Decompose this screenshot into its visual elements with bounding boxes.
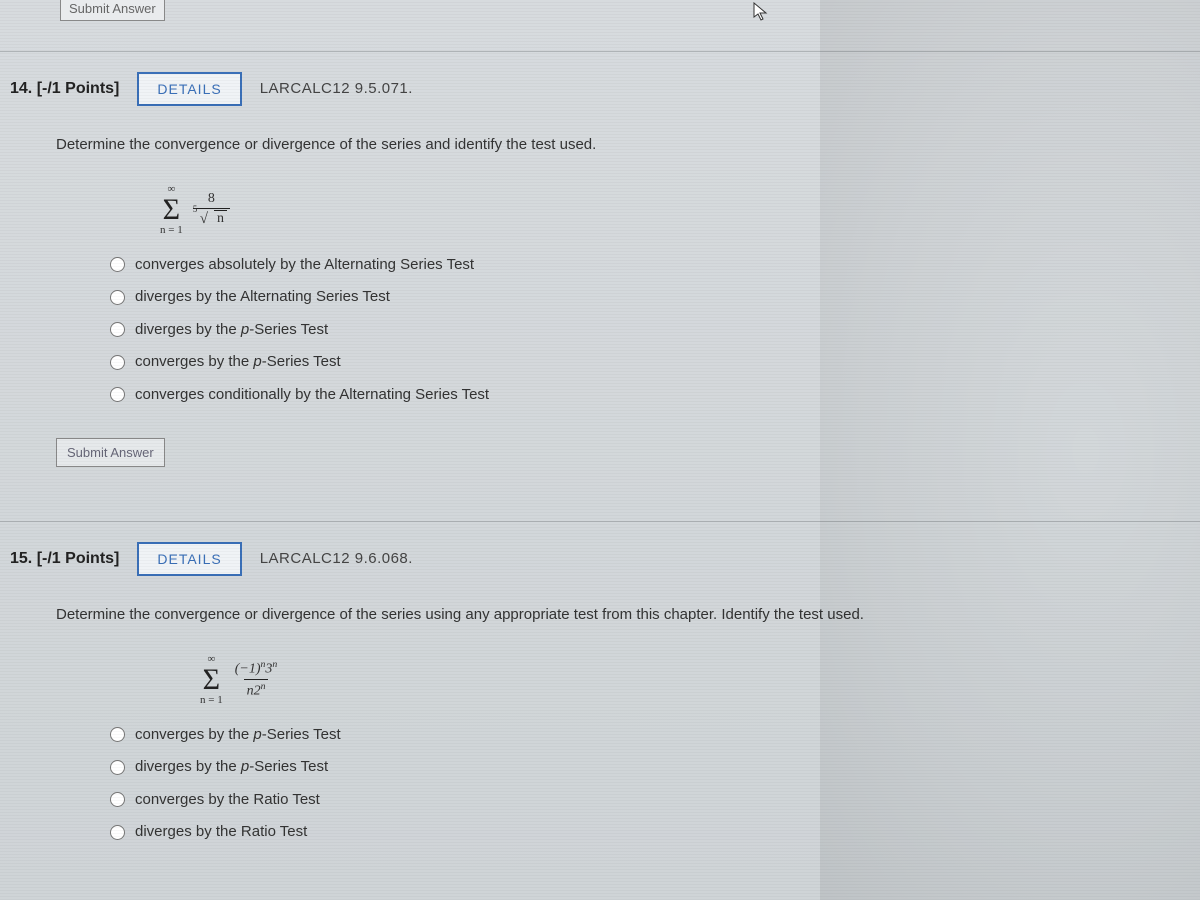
page: Submit Answer 14. [-/1 Points] DETAILS L… — [0, 0, 1200, 900]
question-number: 14. [-/1 Points] — [10, 77, 119, 101]
question-number-text: 14. — [10, 80, 32, 97]
question-14-prompt: Determine the convergence or divergence … — [0, 134, 1200, 157]
option-3-ital: p — [241, 321, 249, 338]
option-5-label: converges conditionally by the Alternati… — [135, 384, 489, 407]
question-number: 15. [-/1 Points] — [10, 547, 119, 571]
cursor-icon — [753, 2, 769, 22]
sigma-lower: n = 1 — [160, 225, 183, 236]
option-1[interactable]: converges by the p-Series Test — [110, 724, 1200, 747]
question-15-formula: ∞ Σ n = 1 (−1)n3n n2n — [0, 647, 1200, 706]
option-3-pre: diverges by the — [135, 321, 241, 338]
sigma-icon: ∞ Σ n = 1 — [160, 184, 183, 236]
sigma-lower: n = 1 — [200, 695, 223, 706]
submit-answer-prev-button[interactable]: Submit Answer — [60, 0, 165, 21]
option-2-label: diverges by the p-Series Test — [135, 756, 328, 779]
option-5-radio[interactable] — [110, 387, 125, 402]
option-3[interactable]: diverges by the p-Series Test — [110, 319, 1200, 342]
option-2-ital: p — [241, 758, 249, 775]
question-14-header: 14. [-/1 Points] DETAILS LARCALC12 9.5.0… — [0, 72, 1200, 106]
option-4-label: diverges by the Ratio Test — [135, 821, 307, 844]
option-5[interactable]: converges conditionally by the Alternati… — [110, 384, 1200, 407]
option-3-radio[interactable] — [110, 322, 125, 337]
sigma-symbol: Σ — [203, 665, 220, 695]
option-2[interactable]: diverges by the p-Series Test — [110, 756, 1200, 779]
fraction-numerator: 8 — [206, 191, 217, 208]
question-15-header: 15. [-/1 Points] DETAILS LARCALC12 9.6.0… — [0, 542, 1200, 576]
option-4[interactable]: converges by the p-Series Test — [110, 351, 1200, 374]
option-4-label: converges by the p-Series Test — [135, 351, 341, 374]
option-3[interactable]: converges by the Ratio Test — [110, 789, 1200, 812]
question-15-prompt: Determine the convergence or divergence … — [0, 604, 1200, 627]
option-4-post: -Series Test — [262, 353, 341, 370]
option-3-post: -Series Test — [249, 321, 328, 338]
option-4-pre: converges by the — [135, 353, 253, 370]
fraction-denominator: 5 √n — [193, 208, 230, 227]
sigma-symbol: Σ — [163, 195, 180, 225]
option-3-radio[interactable] — [110, 792, 125, 807]
fraction: (−1)n3n n2n — [233, 659, 280, 700]
option-2[interactable]: diverges by the Alternating Series Test — [110, 286, 1200, 309]
fraction-numerator: (−1)n3n — [233, 659, 280, 679]
question-15-options: converges by the p-Series Test diverges … — [0, 724, 1200, 844]
option-1-radio[interactable] — [110, 257, 125, 272]
option-1-pre: converges by the — [135, 726, 253, 743]
question-14-formula: ∞ Σ n = 1 8 5 √ n — [0, 177, 1200, 236]
option-1-label: converges by the p-Series Test — [135, 724, 341, 747]
option-2-pre: diverges by the — [135, 758, 241, 775]
question-15: 15. [-/1 Points] DETAILS LARCALC12 9.6.0… — [0, 521, 1200, 870]
option-3-label: converges by the Ratio Test — [135, 789, 320, 812]
question-points: [-/1 Points] — [37, 80, 120, 97]
option-2-label: diverges by the Alternating Series Test — [135, 286, 390, 309]
option-1-post: -Series Test — [262, 726, 341, 743]
source-reference: LARCALC12 9.6.068. — [260, 548, 413, 571]
option-1-ital: p — [253, 726, 261, 743]
option-1-radio[interactable] — [110, 727, 125, 742]
source-reference: LARCALC12 9.5.071. — [260, 78, 413, 101]
option-3-label: diverges by the p-Series Test — [135, 319, 328, 342]
radical-icon: √ — [200, 211, 208, 227]
details-button[interactable]: DETAILS — [137, 72, 241, 106]
option-2-radio[interactable] — [110, 760, 125, 775]
radicand: n — [214, 210, 227, 226]
question-14: 14. [-/1 Points] DETAILS LARCALC12 9.5.0… — [0, 51, 1200, 493]
fraction: 8 5 √ n — [193, 191, 230, 227]
option-4-radio[interactable] — [110, 825, 125, 840]
option-4-radio[interactable] — [110, 355, 125, 370]
option-2-radio[interactable] — [110, 290, 125, 305]
question-points: [-/1 Points] — [37, 550, 120, 567]
root-index: 5 — [193, 204, 198, 214]
option-2-post: -Series Test — [249, 758, 328, 775]
fraction-denominator: n2n — [244, 679, 269, 700]
option-4[interactable]: diverges by the Ratio Test — [110, 821, 1200, 844]
option-4-ital: p — [253, 353, 261, 370]
option-1-label: converges absolutely by the Alternating … — [135, 254, 474, 277]
sigma-icon: ∞ Σ n = 1 — [200, 654, 223, 706]
submit-answer-button[interactable]: Submit Answer — [56, 438, 165, 467]
question-number-text: 15. — [10, 550, 32, 567]
details-button[interactable]: DETAILS — [137, 542, 241, 576]
root: 5 √n — [196, 210, 227, 227]
option-1[interactable]: converges absolutely by the Alternating … — [110, 254, 1200, 277]
question-14-options: converges absolutely by the Alternating … — [0, 254, 1200, 407]
